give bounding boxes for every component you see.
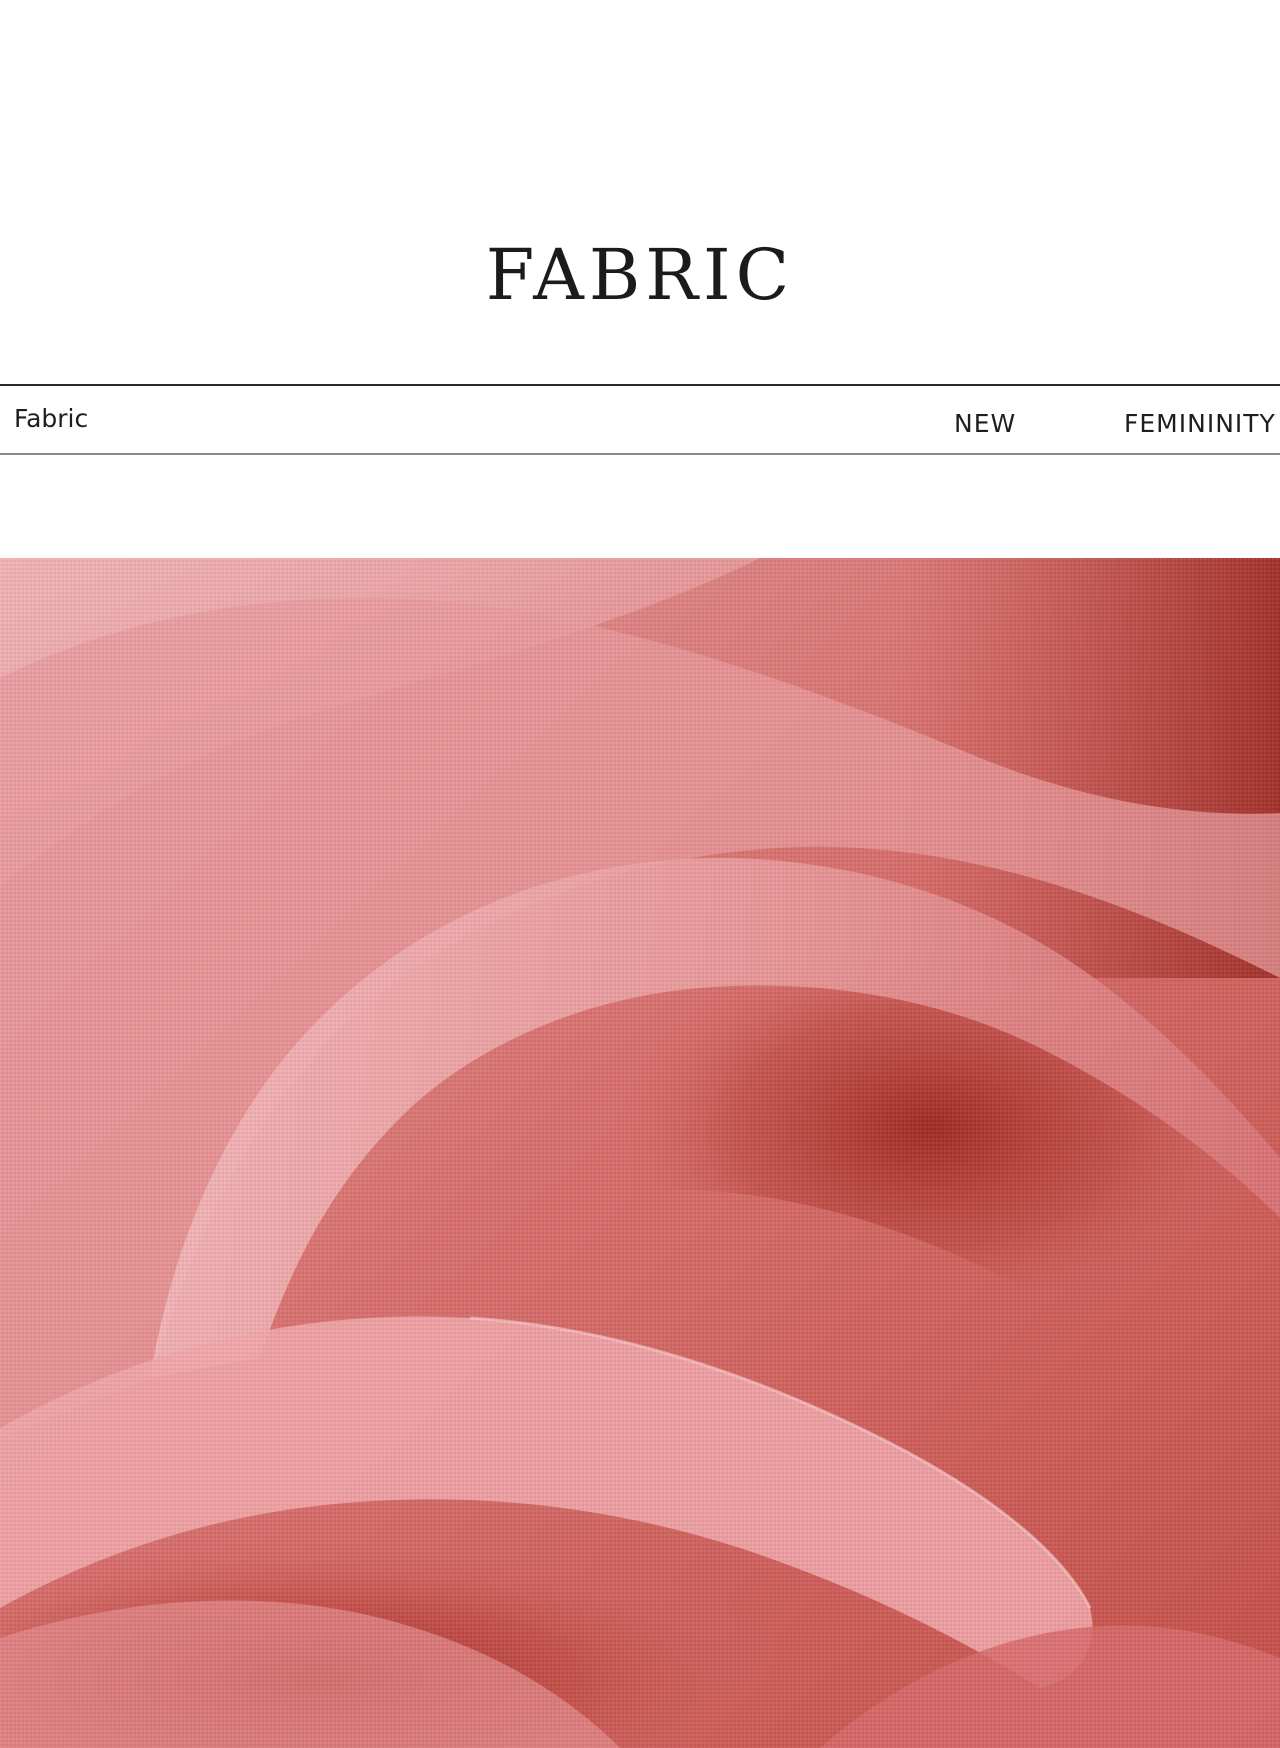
fabric-photo-image — [0, 558, 1280, 1748]
nav-item-new[interactable]: NEW — [954, 409, 1016, 439]
nav-item-femininity[interactable]: FEMININITY — [1124, 409, 1276, 439]
nav-item-fabric[interactable]: Fabric — [14, 404, 88, 434]
section-nav-bar: Fabric NEW FEMININITY — [0, 384, 1280, 455]
page: FABRIC Fabric NEW FEMININITY — [0, 0, 1280, 1748]
fabric-photo — [0, 558, 1280, 1748]
page-title: FABRIC — [485, 234, 795, 316]
